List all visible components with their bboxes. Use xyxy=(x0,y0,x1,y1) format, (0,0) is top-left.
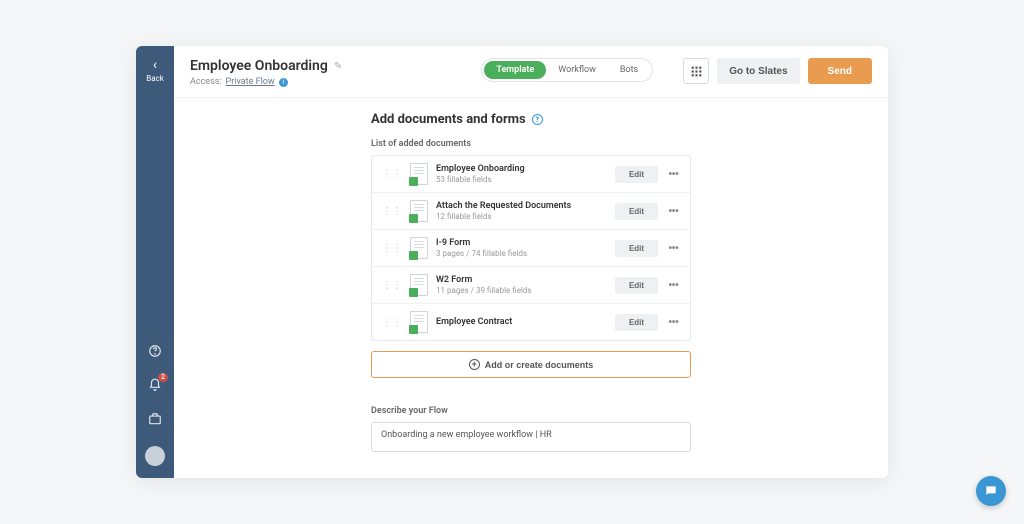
doc-title: Employee Onboarding xyxy=(436,164,607,174)
list-label: List of added documents xyxy=(371,139,691,149)
drag-handle-icon[interactable]: ⋮⋮ xyxy=(382,245,402,252)
more-icon[interactable]: ••• xyxy=(666,167,680,181)
edit-button[interactable]: Edit xyxy=(615,314,658,331)
doc-row: ⋮⋮ Employee Onboarding 53 fillable field… xyxy=(372,156,690,193)
edit-button[interactable]: Edit xyxy=(615,166,658,183)
document-icon xyxy=(410,311,428,333)
tabs: Template Workflow Bots xyxy=(481,58,653,82)
content: Add documents and forms ? List of added … xyxy=(174,98,888,478)
drag-handle-icon[interactable]: ⋮⋮ xyxy=(382,208,402,215)
edit-title-icon[interactable]: ✎ xyxy=(334,61,342,72)
apps-grid-button[interactable] xyxy=(683,58,709,84)
doc-row: ⋮⋮ I-9 Form 3 pages / 74 fillable fields… xyxy=(372,230,690,267)
page-title: Employee Onboarding xyxy=(190,58,328,74)
doc-row: ⋮⋮ Attach the Requested Documents 12 fil… xyxy=(372,193,690,230)
tab-workflow[interactable]: Workflow xyxy=(546,61,608,79)
access-link[interactable]: Private Flow xyxy=(226,77,275,87)
drag-handle-icon[interactable]: ⋮⋮ xyxy=(382,282,402,289)
drag-handle-icon[interactable]: ⋮⋮ xyxy=(382,319,402,326)
help-icon[interactable] xyxy=(146,342,164,360)
more-icon[interactable]: ••• xyxy=(666,204,680,218)
documents-list: ⋮⋮ Employee Onboarding 53 fillable field… xyxy=(371,155,691,341)
document-icon xyxy=(410,163,428,185)
more-icon[interactable]: ••• xyxy=(666,315,680,329)
doc-title: Employee Contract xyxy=(436,317,607,327)
tab-bots[interactable]: Bots xyxy=(608,61,650,79)
more-icon[interactable]: ••• xyxy=(666,241,680,255)
doc-title: Attach the Requested Documents xyxy=(436,201,607,211)
access-label: Access: xyxy=(190,77,222,87)
topbar: Employee Onboarding ✎ Access: Private Fl… xyxy=(174,46,888,98)
send-button[interactable]: Send xyxy=(808,58,872,84)
plus-circle-icon: + xyxy=(469,359,480,370)
doc-subtitle: 12 fillable fields xyxy=(436,212,607,221)
back-label: Back xyxy=(146,74,164,83)
tab-template[interactable]: Template xyxy=(484,61,546,79)
add-btn-label: Add or create documents xyxy=(485,360,594,370)
describe-label: Describe your Flow xyxy=(371,406,691,416)
add-documents-button[interactable]: + Add or create documents xyxy=(371,351,691,378)
document-icon xyxy=(410,200,428,222)
edit-button[interactable]: Edit xyxy=(615,277,658,294)
app-frame: ‹ Back 2 Employee Onboarding ✎ Access: xyxy=(136,46,888,478)
doc-subtitle: 53 fillable fields xyxy=(436,175,607,184)
go-to-slates-button[interactable]: Go to Slates xyxy=(717,58,799,84)
more-icon[interactable]: ••• xyxy=(666,278,680,292)
describe-flow-input[interactable]: Onboarding a new employee workflow | HR xyxy=(371,422,691,452)
edit-button[interactable]: Edit xyxy=(615,240,658,257)
document-icon xyxy=(410,237,428,259)
back-button[interactable]: ‹ Back xyxy=(146,46,164,83)
info-icon[interactable]: i xyxy=(279,78,288,87)
doc-subtitle: 3 pages / 74 fillable fields xyxy=(436,249,607,258)
doc-title: W2 Form xyxy=(436,275,607,285)
doc-row: ⋮⋮ W2 Form 11 pages / 39 fillable fields… xyxy=(372,267,690,304)
doc-subtitle: 11 pages / 39 fillable fields xyxy=(436,286,607,295)
drag-handle-icon[interactable]: ⋮⋮ xyxy=(382,171,402,178)
main-area: Employee Onboarding ✎ Access: Private Fl… xyxy=(174,46,888,478)
edit-button[interactable]: Edit xyxy=(615,203,658,220)
sidebar: ‹ Back 2 xyxy=(136,46,174,478)
notifications-icon[interactable]: 2 xyxy=(146,376,164,394)
section-help-icon[interactable]: ? xyxy=(532,114,543,125)
briefcase-icon[interactable] xyxy=(146,410,164,428)
section-title: Add documents and forms xyxy=(371,112,526,127)
doc-title: I-9 Form xyxy=(436,238,607,248)
avatar[interactable] xyxy=(145,446,165,466)
notification-badge: 2 xyxy=(158,373,168,382)
document-icon xyxy=(410,274,428,296)
doc-row: ⋮⋮ Employee Contract Edit ••• xyxy=(372,304,690,340)
chat-fab[interactable] xyxy=(976,476,1006,506)
chevron-left-icon: ‹ xyxy=(146,58,164,72)
